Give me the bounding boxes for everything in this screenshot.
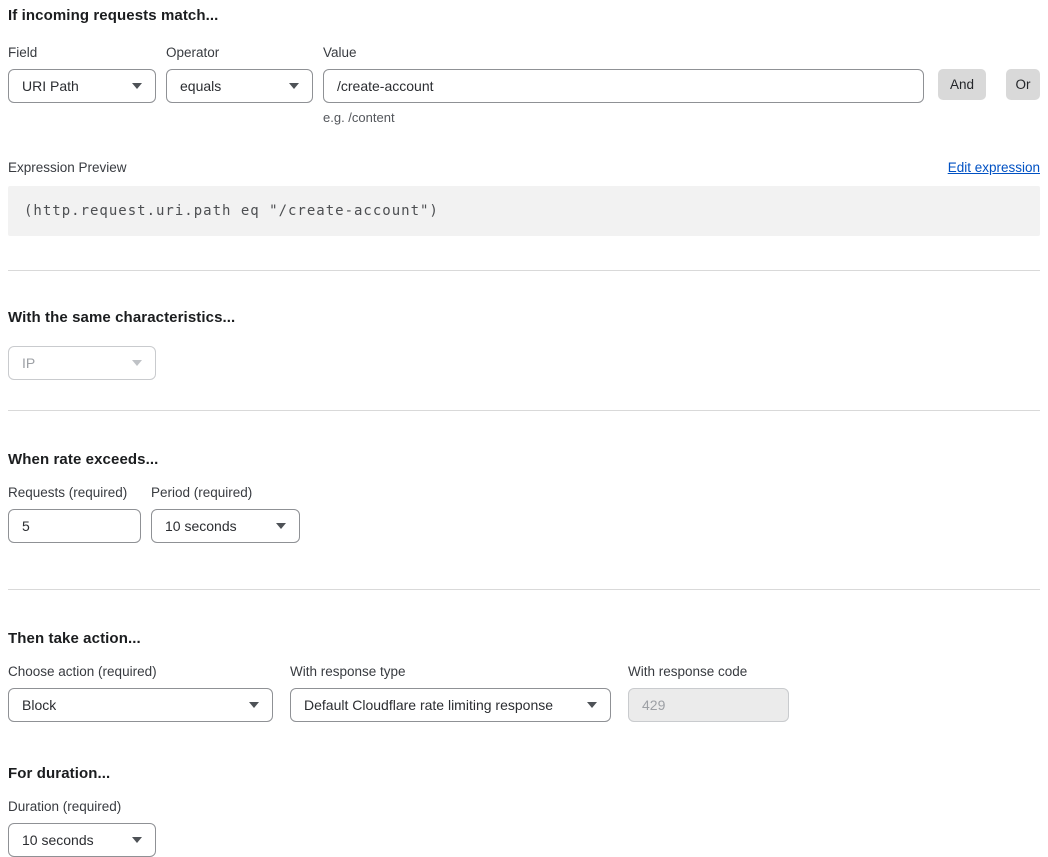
expression-preview-header: Expression Preview Edit expression — [8, 160, 1040, 175]
duration-section-heading: For duration... — [8, 765, 1040, 782]
requests-input[interactable] — [8, 509, 141, 543]
duration-group: Duration (required) 10 seconds — [8, 799, 156, 857]
expression-preview-box: (http.request.uri.path eq "/create-accou… — [8, 186, 1040, 236]
characteristics-select: IP — [8, 346, 156, 380]
response-type-label: With response type — [290, 664, 611, 680]
requests-label: Requests (required) — [8, 485, 141, 501]
response-code-label: With response code — [628, 664, 789, 680]
action-row: Choose action (required) Block With resp… — [8, 664, 1040, 722]
chevron-down-icon — [132, 360, 142, 366]
chevron-down-icon — [132, 837, 142, 843]
chevron-down-icon — [249, 702, 259, 708]
chevron-down-icon — [276, 523, 286, 529]
duration-label: Duration (required) — [8, 799, 156, 815]
response-type-group: With response type Default Cloudflare ra… — [290, 664, 611, 722]
response-code-group: With response code — [628, 664, 789, 722]
field-select-value: URI Path — [22, 78, 79, 94]
section-divider — [8, 270, 1040, 271]
period-select-value: 10 seconds — [165, 518, 237, 534]
response-code-input — [628, 688, 789, 722]
characteristics-select-value: IP — [22, 355, 35, 371]
requests-group: Requests (required) — [8, 485, 141, 543]
period-group: Period (required) 10 seconds — [151, 485, 300, 543]
expression-code: (http.request.uri.path eq "/create-accou… — [24, 203, 439, 219]
value-label: Value — [323, 45, 924, 61]
characteristics-section-heading: With the same characteristics... — [8, 309, 1040, 326]
match-condition-row: Field URI Path Operator equals Value e.g… — [8, 45, 1040, 125]
choose-action-select-value: Block — [22, 697, 56, 713]
choose-action-group: Choose action (required) Block — [8, 664, 273, 722]
operator-select[interactable]: equals — [166, 69, 313, 103]
operator-label: Operator — [166, 45, 313, 61]
expression-preview-label: Expression Preview — [8, 160, 127, 175]
period-label: Period (required) — [151, 485, 300, 501]
section-divider — [8, 410, 1040, 411]
value-group: Value e.g. /content — [323, 45, 924, 125]
chevron-down-icon — [289, 83, 299, 89]
duration-select[interactable]: 10 seconds — [8, 823, 156, 857]
field-group: Field URI Path — [8, 45, 156, 103]
section-divider — [8, 589, 1040, 590]
operator-select-value: equals — [180, 78, 221, 94]
field-label: Field — [8, 45, 156, 61]
value-hint: e.g. /content — [323, 110, 924, 125]
rate-section-heading: When rate exceeds... — [8, 451, 1040, 468]
operator-group: Operator equals — [166, 45, 313, 103]
duration-select-value: 10 seconds — [22, 832, 94, 848]
choose-action-select[interactable]: Block — [8, 688, 273, 722]
match-section-heading: If incoming requests match... — [8, 7, 1040, 24]
response-type-select[interactable]: Default Cloudflare rate limiting respons… — [290, 688, 611, 722]
choose-action-label: Choose action (required) — [8, 664, 273, 680]
value-input[interactable] — [323, 69, 924, 103]
rate-row: Requests (required) Period (required) 10… — [8, 485, 1040, 543]
and-button[interactable]: And — [938, 69, 986, 100]
or-button[interactable]: Or — [1006, 69, 1040, 100]
response-type-select-value: Default Cloudflare rate limiting respons… — [304, 697, 553, 713]
chevron-down-icon — [132, 83, 142, 89]
chevron-down-icon — [587, 702, 597, 708]
edit-expression-link[interactable]: Edit expression — [948, 160, 1040, 175]
action-section-heading: Then take action... — [8, 630, 1040, 647]
period-select[interactable]: 10 seconds — [151, 509, 300, 543]
field-select[interactable]: URI Path — [8, 69, 156, 103]
condition-logic-buttons: And Or — [924, 69, 1040, 100]
